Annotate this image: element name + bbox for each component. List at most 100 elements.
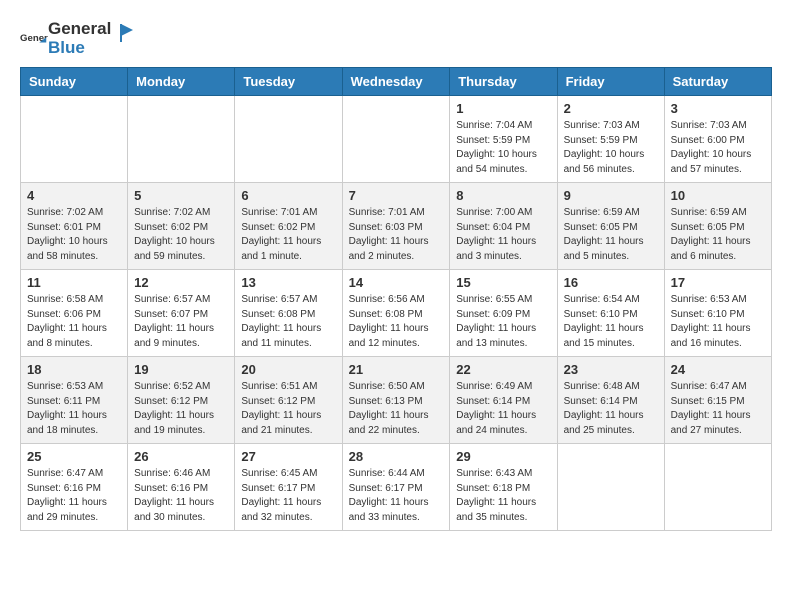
calendar-cell: 24 Sunrise: 6:47 AMSunset: 6:15 PMDayligh… [664, 357, 771, 444]
day-number: 1 [456, 101, 550, 116]
day-number: 19 [134, 362, 228, 377]
calendar-cell: 20Sunrise: 6:51 AMSunset: 6:12 PMDayligh… [235, 357, 342, 444]
week-row-3: 11 Sunrise: 6:58 AMSunset: 6:06 PMDayligh… [21, 270, 772, 357]
logo: General General Blue [20, 20, 73, 57]
day-info: Sunrise: 6:58 AMSunset: 6:06 PMDaylight:… [27, 293, 121, 351]
calendar-cell [128, 96, 235, 183]
day-number: 2 [564, 101, 658, 116]
week-row-4: 18 Sunrise: 6:53 AMSunset: 6:11 PMDayligh… [21, 357, 772, 444]
day-info: Sunrise: 6:50 AMSunset: 6:13 PMDaylight:… [349, 380, 444, 438]
calendar-cell: 6Sunrise: 7:01 AMSunset: 6:02 PMDaylight… [235, 183, 342, 270]
day-info: Sunrise: 7:03 AMSunset: 6:00 PMDaylight:… [671, 119, 765, 177]
day-number: 29 [456, 449, 550, 464]
day-number: 11 [27, 275, 121, 290]
calendar-cell [21, 96, 128, 183]
calendar-cell: 23 Sunrise: 6:48 AMSunset: 6:14 PMDayligh… [557, 357, 664, 444]
calendar-cell [664, 444, 771, 531]
day-number: 12 [134, 275, 228, 290]
calendar-cell: 22 Sunrise: 6:49 AMSunset: 6:14 PMDayligh… [450, 357, 557, 444]
calendar-cell: 26 Sunrise: 6:46 AMSunset: 6:16 PMDayligh… [128, 444, 235, 531]
day-number: 8 [456, 188, 550, 203]
day-info: Sunrise: 6:44 AMSunset: 6:17 PMDaylight:… [349, 467, 444, 525]
logo-flag-icon [113, 22, 135, 44]
week-row-5: 25 Sunrise: 6:47 AMSunset: 6:16 PMDayligh… [21, 444, 772, 531]
day-number: 4 [27, 188, 121, 203]
calendar-cell: 27 Sunrise: 6:45 AMSunset: 6:17 PMDayligh… [235, 444, 342, 531]
weekday-header-wednesday: Wednesday [342, 68, 450, 96]
day-info: Sunrise: 7:03 AMSunset: 5:59 PMDaylight:… [564, 119, 658, 177]
calendar-cell: 25 Sunrise: 6:47 AMSunset: 6:16 PMDayligh… [21, 444, 128, 531]
day-info: Sunrise: 6:43 AMSunset: 6:18 PMDaylight:… [456, 467, 550, 525]
day-number: 23 [564, 362, 658, 377]
calendar-cell: 5Sunrise: 7:02 AMSunset: 6:02 PMDaylight… [128, 183, 235, 270]
calendar-cell [235, 96, 342, 183]
day-info: Sunrise: 7:02 AMSunset: 6:01 PMDaylight:… [27, 206, 121, 264]
weekday-header-monday: Monday [128, 68, 235, 96]
calendar-cell: 11 Sunrise: 6:58 AMSunset: 6:06 PMDayligh… [21, 270, 128, 357]
calendar-cell: 7Sunrise: 7:01 AMSunset: 6:03 PMDaylight… [342, 183, 450, 270]
logo-blue-text: Blue [48, 39, 111, 58]
day-number: 17 [671, 275, 765, 290]
weekday-header-tuesday: Tuesday [235, 68, 342, 96]
day-info: Sunrise: 6:49 AMSunset: 6:14 PMDaylight:… [456, 380, 550, 438]
day-number: 13 [241, 275, 335, 290]
day-info: Sunrise: 6:55 AMSunset: 6:09 PMDaylight:… [456, 293, 550, 351]
day-number: 27 [241, 449, 335, 464]
day-info: Sunrise: 6:45 AMSunset: 6:17 PMDaylight:… [241, 467, 335, 525]
day-info: Sunrise: 6:57 AMSunset: 6:07 PMDaylight:… [134, 293, 228, 351]
logo-general-text: General [48, 20, 111, 39]
calendar-cell: 4 Sunrise: 7:02 AMSunset: 6:01 PMDaylight… [21, 183, 128, 270]
day-number: 6 [241, 188, 335, 203]
day-number: 22 [456, 362, 550, 377]
day-info: Sunrise: 6:53 AMSunset: 6:10 PMDaylight:… [671, 293, 765, 351]
day-number: 20 [241, 362, 335, 377]
calendar-cell: 12 Sunrise: 6:57 AMSunset: 6:07 PMDayligh… [128, 270, 235, 357]
calendar-cell: 14 Sunrise: 6:56 AMSunset: 6:08 PMDayligh… [342, 270, 450, 357]
day-info: Sunrise: 6:54 AMSunset: 6:10 PMDaylight:… [564, 293, 658, 351]
calendar-cell: 16 Sunrise: 6:54 AMSunset: 6:10 PMDayligh… [557, 270, 664, 357]
day-number: 15 [456, 275, 550, 290]
day-info: Sunrise: 6:52 AMSunset: 6:12 PMDaylight:… [134, 380, 228, 438]
day-number: 10 [671, 188, 765, 203]
day-number: 16 [564, 275, 658, 290]
logo-icon: General [20, 25, 48, 53]
calendar-cell: 19 Sunrise: 6:52 AMSunset: 6:12 PMDayligh… [128, 357, 235, 444]
calendar-cell: 28Sunrise: 6:44 AMSunset: 6:17 PMDayligh… [342, 444, 450, 531]
day-info: Sunrise: 6:53 AMSunset: 6:11 PMDaylight:… [27, 380, 121, 438]
day-number: 3 [671, 101, 765, 116]
day-info: Sunrise: 7:01 AMSunset: 6:03 PMDaylight:… [349, 206, 444, 264]
calendar-cell [557, 444, 664, 531]
day-info: Sunrise: 6:59 AMSunset: 6:05 PMDaylight:… [564, 206, 658, 264]
day-info: Sunrise: 7:04 AMSunset: 5:59 PMDaylight:… [456, 119, 550, 177]
calendar-cell [342, 96, 450, 183]
day-info: Sunrise: 6:48 AMSunset: 6:14 PMDaylight:… [564, 380, 658, 438]
day-number: 25 [27, 449, 121, 464]
calendar-cell: 13Sunrise: 6:57 AMSunset: 6:08 PMDayligh… [235, 270, 342, 357]
calendar-cell: 10 Sunrise: 6:59 AMSunset: 6:05 PMDayligh… [664, 183, 771, 270]
day-number: 26 [134, 449, 228, 464]
weekday-header-friday: Friday [557, 68, 664, 96]
day-number: 14 [349, 275, 444, 290]
calendar-cell: 1 Sunrise: 7:04 AMSunset: 5:59 PMDaylight… [450, 96, 557, 183]
page-header: General General Blue [20, 20, 772, 57]
weekday-header-thursday: Thursday [450, 68, 557, 96]
weekday-header-row: SundayMondayTuesdayWednesdayThursdayFrid… [21, 68, 772, 96]
day-number: 18 [27, 362, 121, 377]
day-info: Sunrise: 6:59 AMSunset: 6:05 PMDaylight:… [671, 206, 765, 264]
calendar-cell: 29 Sunrise: 6:43 AMSunset: 6:18 PMDayligh… [450, 444, 557, 531]
weekday-header-sunday: Sunday [21, 68, 128, 96]
day-info: Sunrise: 6:46 AMSunset: 6:16 PMDaylight:… [134, 467, 228, 525]
calendar-table: SundayMondayTuesdayWednesdayThursdayFrid… [20, 67, 772, 531]
week-row-2: 4 Sunrise: 7:02 AMSunset: 6:01 PMDaylight… [21, 183, 772, 270]
day-info: Sunrise: 6:47 AMSunset: 6:15 PMDaylight:… [671, 380, 765, 438]
day-info: Sunrise: 6:56 AMSunset: 6:08 PMDaylight:… [349, 293, 444, 351]
day-number: 24 [671, 362, 765, 377]
calendar-cell: 15 Sunrise: 6:55 AMSunset: 6:09 PMDayligh… [450, 270, 557, 357]
calendar-cell: 2 Sunrise: 7:03 AMSunset: 5:59 PMDaylight… [557, 96, 664, 183]
day-info: Sunrise: 7:00 AMSunset: 6:04 PMDaylight:… [456, 206, 550, 264]
day-number: 21 [349, 362, 444, 377]
calendar-cell: 8 Sunrise: 7:00 AMSunset: 6:04 PMDaylight… [450, 183, 557, 270]
day-info: Sunrise: 6:47 AMSunset: 6:16 PMDaylight:… [27, 467, 121, 525]
calendar-cell: 17 Sunrise: 6:53 AMSunset: 6:10 PMDayligh… [664, 270, 771, 357]
week-row-1: 1 Sunrise: 7:04 AMSunset: 5:59 PMDaylight… [21, 96, 772, 183]
